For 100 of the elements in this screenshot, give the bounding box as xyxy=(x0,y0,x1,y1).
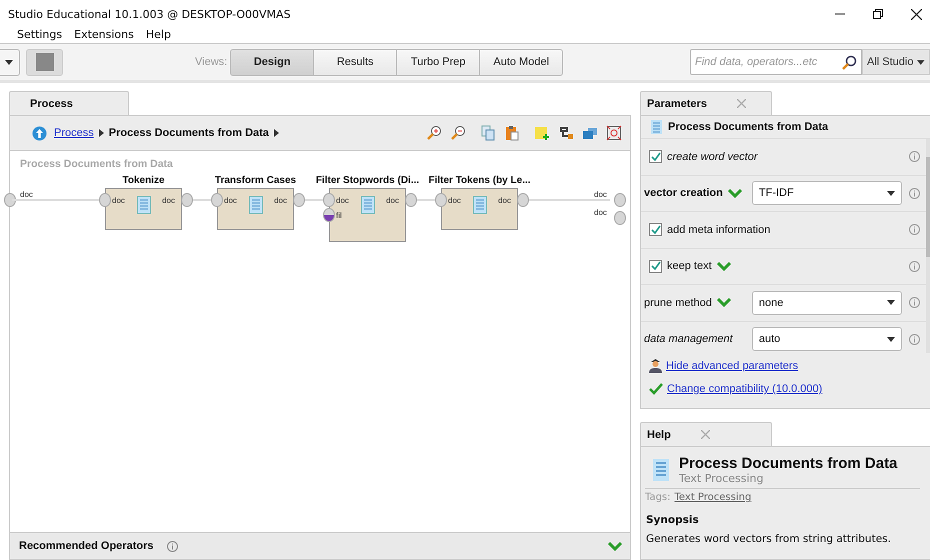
person-icon xyxy=(649,359,662,373)
input-port[interactable] xyxy=(211,193,223,207)
caret-icon xyxy=(886,336,895,342)
scope-dropdown[interactable]: All Studio xyxy=(862,49,930,75)
close-icon[interactable] xyxy=(911,8,922,20)
dropdown-button[interactable] xyxy=(0,48,20,76)
input-port[interactable] xyxy=(99,193,111,207)
parameter-label: prune method xyxy=(644,296,712,309)
input-port[interactable] xyxy=(4,193,16,207)
parameter-dropdown[interactable]: none xyxy=(752,290,902,315)
parameter-link[interactable]: Change compatibility (10.0.000) xyxy=(667,383,822,395)
checkbox[interactable] xyxy=(649,260,662,273)
operator-name: Tokenize xyxy=(121,175,166,186)
info-icon[interactable] xyxy=(908,334,920,345)
port-label: doc xyxy=(594,190,607,199)
parameter-label: vector creation xyxy=(644,187,723,200)
menu-item[interactable]: Extensions xyxy=(74,28,134,42)
output-port[interactable] xyxy=(405,193,417,207)
info-icon[interactable] xyxy=(908,151,920,162)
breadcrumb-current: Process Documents from Data xyxy=(108,127,269,139)
parameter-label: data management xyxy=(644,333,733,346)
layout-button[interactable] xyxy=(26,48,63,76)
info-icon[interactable] xyxy=(908,297,920,308)
menu-item[interactable]: Settings xyxy=(17,28,62,42)
port-label: doc xyxy=(386,196,399,205)
operator-node[interactable]: doc fil doc xyxy=(329,188,406,242)
checkbox[interactable] xyxy=(649,150,662,164)
parameter-label: keep text xyxy=(667,260,712,272)
parameter-link[interactable]: Hide advanced parameters xyxy=(666,360,798,372)
output-port[interactable] xyxy=(293,193,305,207)
port-label: doc xyxy=(112,196,125,205)
fit-icon[interactable] xyxy=(606,125,622,141)
view-tab[interactable]: Design xyxy=(230,48,314,76)
caret-icon xyxy=(886,190,895,196)
output-port[interactable] xyxy=(517,193,529,207)
info-icon[interactable] xyxy=(167,540,178,552)
help-tab[interactable]: Help xyxy=(640,422,772,446)
parameter-label: add meta information xyxy=(667,224,770,236)
window-title: Studio Educational 10.1.003 @ DESKTOP-O00VMAS xyxy=(8,8,291,20)
process-tab[interactable]: Process xyxy=(9,91,129,115)
caret-icon[interactable] xyxy=(274,129,279,137)
document-icon xyxy=(361,196,375,214)
port-label: doc xyxy=(498,196,511,205)
operator-node[interactable]: doc doc xyxy=(441,188,518,230)
input-port[interactable] xyxy=(323,208,335,222)
help-subtitle: Text Processing xyxy=(679,472,764,485)
scrollbar[interactable] xyxy=(926,139,930,353)
port-label: doc xyxy=(448,196,461,205)
port-label: doc xyxy=(162,196,175,205)
search-icon[interactable] xyxy=(842,54,857,70)
breadcrumb-link[interactable]: Process xyxy=(54,127,94,139)
document-icon xyxy=(249,196,263,214)
tags-label: Tags: xyxy=(645,492,671,503)
view-tab[interactable]: Results xyxy=(313,48,398,76)
parameter-dropdown[interactable]: auto xyxy=(752,327,902,352)
document-icon xyxy=(473,196,487,214)
caret-icon[interactable] xyxy=(98,129,104,137)
view-tab[interactable]: Auto Model xyxy=(479,48,564,76)
input-port[interactable] xyxy=(435,193,447,207)
port-label: doc xyxy=(594,208,607,217)
layers-icon[interactable] xyxy=(582,125,598,141)
port-label: fil xyxy=(336,211,342,220)
view-tab[interactable]: Turbo Prep xyxy=(396,48,480,76)
menu-item[interactable]: Help xyxy=(146,28,171,42)
search-input[interactable]: Find data, operators...etc xyxy=(691,56,842,68)
add-note-icon[interactable] xyxy=(534,125,550,141)
info-icon[interactable] xyxy=(908,188,920,199)
zoom-in-icon[interactable] xyxy=(426,125,442,141)
parameter-label: create word vector xyxy=(667,150,758,163)
copy-icon[interactable] xyxy=(480,125,496,141)
chevron-down-icon[interactable] xyxy=(608,542,622,550)
operator-node[interactable]: doc doc xyxy=(217,188,294,230)
paste-icon[interactable] xyxy=(504,125,520,141)
views-label: Views: xyxy=(195,56,228,68)
info-icon[interactable] xyxy=(908,224,920,236)
parameters-tab[interactable]: Parameters xyxy=(640,91,772,115)
output-port[interactable] xyxy=(614,211,626,225)
tag-link[interactable]: Text Processing xyxy=(674,492,752,503)
operator-name: Filter Stopwords (Di... xyxy=(314,175,420,186)
maximize-icon[interactable] xyxy=(873,9,883,19)
caret-icon xyxy=(5,60,13,64)
search-field[interactable]: Find data, operators...etc xyxy=(690,49,862,75)
checkbox[interactable] xyxy=(649,223,662,236)
recommended-title: Recommended Operators xyxy=(19,540,154,552)
synopsis-text: Generates word vectors from string attributes. xyxy=(645,533,892,545)
zoom-out-icon[interactable] xyxy=(450,125,466,141)
plug-icon[interactable] xyxy=(558,125,574,141)
output-port[interactable] xyxy=(614,193,626,207)
info-icon[interactable] xyxy=(908,260,920,272)
port-label: doc xyxy=(224,196,237,205)
canvas-title: Process Documents from Data xyxy=(20,158,173,170)
parameter-dropdown[interactable]: TF-IDF xyxy=(752,181,902,206)
caret-icon xyxy=(917,60,925,64)
operator-name: Transform Cases xyxy=(214,175,298,186)
operator-node[interactable]: doc doc xyxy=(105,188,182,230)
output-port[interactable] xyxy=(181,193,193,207)
document-icon xyxy=(651,120,662,134)
port-label: doc xyxy=(336,196,349,205)
input-port[interactable] xyxy=(323,193,335,207)
section-heading: Synopsis xyxy=(645,514,700,526)
